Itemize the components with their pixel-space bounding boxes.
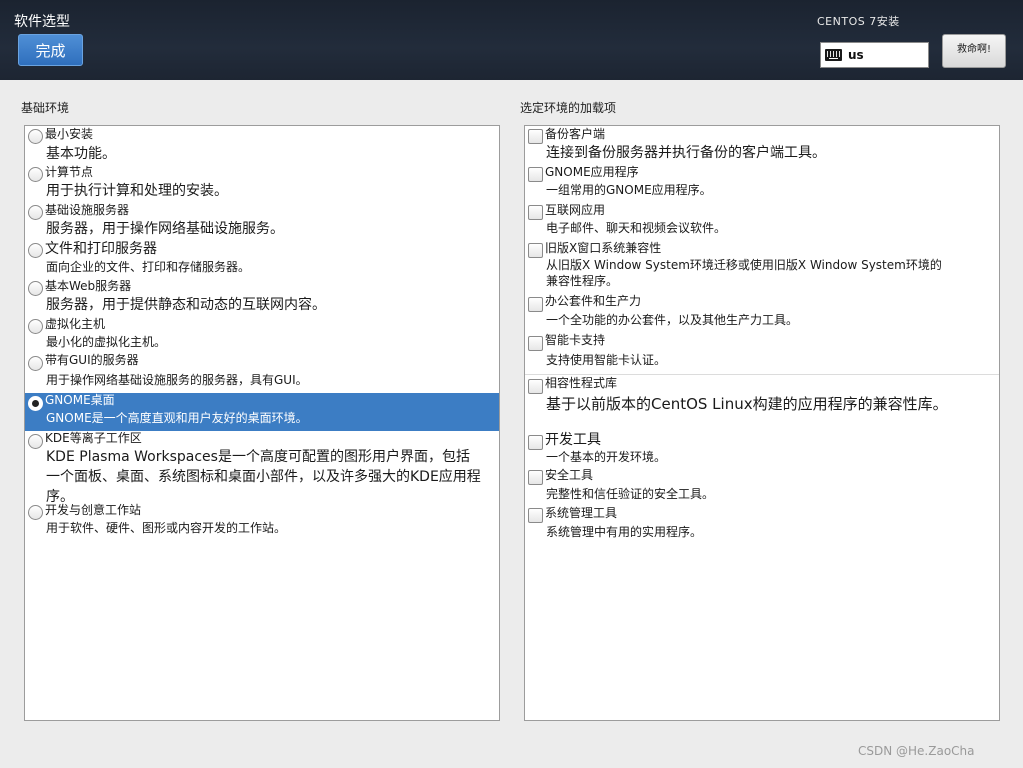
env-item-desc: KDE Plasma Workspaces是一个高度可配置的图形用户界面，包括一… [46,449,481,505]
addon-item-gnome-apps[interactable]: GNOME应用程序 一组常用的GNOME应用程序。 [525,164,999,202]
radio-button[interactable] [28,129,43,144]
addon-item-title: 相容性程式库 [545,376,618,390]
addon-item-desc: 完整性和信任验证的安全工具。 [546,487,715,501]
addon-item-desc: 基于以前版本的CentOS Linux构建的应用程序的兼容性库。 [546,395,948,413]
env-item-title: KDE等离子工作区 [45,431,142,445]
addon-item-desc: 系统管理中有用的实用程序。 [546,525,703,539]
env-item-web-server[interactable]: 基本Web服务器 服务器，用于提供静态和动态的互联网内容。 [25,278,499,316]
base-environment-list: 最小安装 基本功能。 计算节点 用于执行计算和处理的安装。 基础设施服务器 服务… [24,125,500,721]
addon-item-title: 备份客户端 [545,127,606,141]
keyboard-icon [825,49,842,61]
env-item-title: 基础设施服务器 [45,203,130,217]
addon-item-desc: 电子邮件、聊天和视频会议软件。 [546,221,727,235]
addon-item-desc: 连接到备份服务器并执行备份的客户端工具。 [546,145,826,161]
radio-button[interactable] [28,243,43,258]
os-title: CENTOS 7安装 [817,15,900,28]
env-item-title: GNOME桌面 [45,393,115,407]
addon-item-sysadmin-tools[interactable]: 系统管理工具 系统管理中有用的实用程序。 [525,506,999,546]
keyboard-layout-indicator[interactable]: us [820,42,929,68]
watermark: CSDN @He.ZaoCha [858,744,975,758]
addons-label: 选定环境的加载项 [520,101,617,115]
addon-item-title: GNOME应用程序 [545,165,639,179]
env-item-title: 虚拟化主机 [45,317,106,331]
addon-item-title: 开发工具 [545,432,601,448]
env-item-title: 文件和打印服务器 [45,241,157,257]
addon-item-desc: 支持使用智能卡认证。 [546,353,667,367]
addon-item-desc: 从旧版X Window System环境迁移或使用旧版X Window Syst… [546,258,942,288]
radio-button[interactable] [28,356,43,371]
keyboard-layout-label: us [848,48,864,62]
addon-item-title: 旧版X窗口系统兼容性 [545,241,662,255]
checkbox[interactable] [528,129,543,144]
addon-item-internet-apps[interactable]: 互联网应用 电子邮件、聊天和视频会议软件。 [525,202,999,240]
env-item-file-print-server[interactable]: 文件和打印服务器 面向企业的文件、打印和存储服务器。 [25,240,499,278]
env-item-title: 最小安装 [45,127,94,141]
checkbox[interactable] [528,297,543,312]
env-item-desc: 面向企业的文件、打印和存储服务器。 [46,260,251,274]
addon-item-backup-client[interactable]: 备份客户端 连接到备份服务器并执行备份的客户端工具。 [525,126,999,164]
header-bar: 软件选型 完成 CENTOS 7安装 us 救命啊! [0,0,1023,80]
addon-item-desc: 一组常用的GNOME应用程序。 [546,183,712,197]
addon-item-desc: 一个全功能的办公套件，以及其他生产力工具。 [546,313,799,327]
radio-button[interactable] [28,167,43,182]
env-item-desc: 用于软件、硬件、图形或内容开发的工作站。 [46,521,287,535]
addon-item-title: 安全工具 [545,468,594,482]
env-item-desc: 基本功能。 [46,146,116,162]
env-item-desc: 最小化的虚拟化主机。 [46,335,167,349]
base-environment-label: 基础环境 [21,101,70,115]
env-item-desc: 用于操作网络基础设施服务的服务器，具有GUI。 [46,373,308,387]
env-item-virtualization-host[interactable]: 虚拟化主机 最小化的虚拟化主机。 [25,316,499,353]
radio-button-selected[interactable] [28,396,43,411]
checkbox[interactable] [528,336,543,351]
done-button[interactable]: 完成 [18,34,83,66]
addon-item-security-tools[interactable]: 安全工具 完整性和信任验证的安全工具。 [525,468,999,508]
radio-button[interactable] [28,505,43,520]
env-item-dev-creative-workstation[interactable]: 开发与创意工作站 用于软件、硬件、图形或内容开发的工作站。 [25,503,499,543]
addon-item-office-suite[interactable]: 办公套件和生产力 一个全功能的办公套件，以及其他生产力工具。 [525,294,999,333]
checkbox[interactable] [528,243,543,258]
checkbox[interactable] [528,470,543,485]
checkbox[interactable] [528,508,543,523]
addons-list: 备份客户端 连接到备份服务器并执行备份的客户端工具。 GNOME应用程序 一组常… [524,125,1000,721]
env-item-desc: 用于执行计算和处理的安装。 [46,183,228,199]
env-item-title: 开发与创意工作站 [45,503,142,517]
radio-button[interactable] [28,281,43,296]
env-item-kde-plasma[interactable]: KDE等离子工作区 KDE Plasma Workspaces是一个高度可配置的… [25,431,499,505]
env-item-title: 带有GUI的服务器 [45,353,139,367]
help-button[interactable]: 救命啊! [942,34,1006,68]
env-item-infrastructure-server[interactable]: 基础设施服务器 服务器，用于操作网络基础设施服务。 [25,202,499,240]
env-item-desc: 服务器，用于提供静态和动态的互联网内容。 [46,297,326,313]
addon-item-compat-libs[interactable]: 相容性程式库 基于以前版本的CentOS Linux构建的应用程序的兼容性库。 [525,376,999,432]
env-item-minimal[interactable]: 最小安装 基本功能。 [25,126,499,164]
addon-item-title: 互联网应用 [545,203,606,217]
env-item-compute-node[interactable]: 计算节点 用于执行计算和处理的安装。 [25,164,499,202]
radio-button[interactable] [28,434,43,449]
env-item-desc: GNOME是一个高度直观和用户友好的桌面环境。 [46,411,308,425]
checkbox[interactable] [528,379,543,394]
checkbox[interactable] [528,435,543,450]
addons-separator [525,374,999,375]
env-item-gnome-desktop[interactable]: GNOME桌面 GNOME是一个高度直观和用户友好的桌面环境。 [25,393,499,431]
addon-item-dev-tools[interactable]: 开发工具 一个基本的开发环境。 [525,432,999,470]
env-item-desc: 服务器，用于操作网络基础设施服务。 [46,221,284,237]
radio-button[interactable] [28,205,43,220]
env-item-server-with-gui[interactable]: 带有GUI的服务器 用于操作网络基础设施服务的服务器，具有GUI。 [25,353,499,392]
addon-item-legacy-x-compat[interactable]: 旧版X窗口系统兼容性 从旧版X Window System环境迁移或使用旧版X … [525,240,999,294]
addon-item-smart-card[interactable]: 智能卡支持 支持使用智能卡认证。 [525,333,999,373]
page-title: 软件选型 [14,14,70,30]
addon-item-title: 系统管理工具 [545,506,618,520]
env-item-title: 计算节点 [45,165,94,179]
checkbox[interactable] [528,167,543,182]
addon-item-desc: 一个基本的开发环境。 [546,450,667,464]
env-item-title: 基本Web服务器 [45,279,132,293]
checkbox[interactable] [528,205,543,220]
addon-item-title: 智能卡支持 [545,333,606,347]
radio-button[interactable] [28,319,43,334]
addon-item-title: 办公套件和生产力 [545,294,642,308]
